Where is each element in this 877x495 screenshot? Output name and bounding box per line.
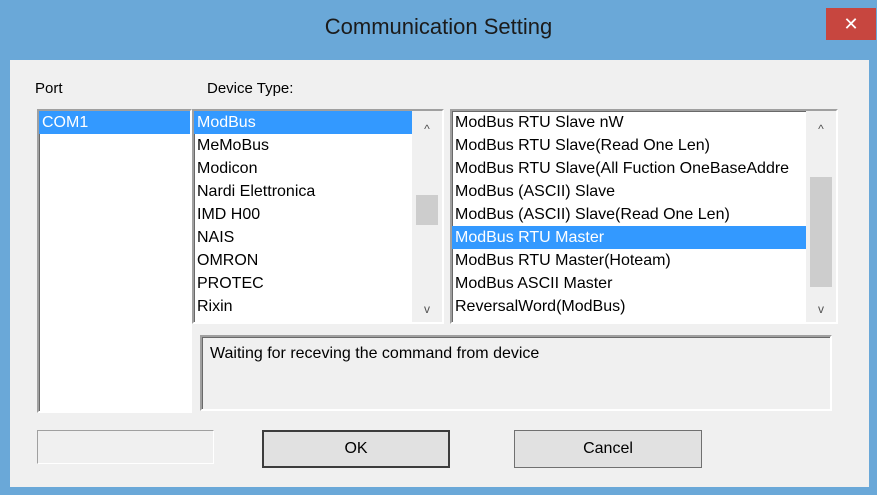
protocol-list[interactable]: ModBus RTU Slave nW ModBus RTU Slave(Rea… bbox=[450, 109, 838, 324]
device-item-nardi-elettronica[interactable]: Nardi Elettronica bbox=[194, 180, 442, 203]
port-item-com1[interactable]: COM1 bbox=[39, 111, 190, 134]
protocol-item-rtu-master[interactable]: ModBus RTU Master bbox=[452, 226, 806, 249]
status-text: Waiting for receving the command from de… bbox=[210, 345, 540, 362]
dialog-body: Port Device Type: COM1 ModBus MeMoBus Mo… bbox=[10, 60, 869, 487]
ok-button[interactable]: OK bbox=[262, 430, 450, 468]
device-item-modbus[interactable]: ModBus bbox=[194, 111, 442, 134]
scroll-thumb[interactable] bbox=[810, 177, 832, 287]
protocol-item-rtu-slave-read-one-len[interactable]: ModBus RTU Slave(Read One Len) bbox=[452, 134, 806, 157]
scroll-down-icon[interactable]: v bbox=[806, 299, 836, 319]
protocol-item-reversalword[interactable]: ReversalWord(ModBus) bbox=[452, 295, 806, 318]
device-item-nais[interactable]: NAIS bbox=[194, 226, 442, 249]
device-type-label: Device Type: bbox=[207, 80, 294, 97]
device-type-list[interactable]: ModBus MeMoBus Modicon Nardi Elettronica… bbox=[192, 109, 444, 324]
status-message-box: Waiting for receving the command from de… bbox=[200, 335, 832, 411]
cancel-button[interactable]: Cancel bbox=[514, 430, 702, 468]
window-title: Communication Setting bbox=[324, 14, 553, 39]
close-button[interactable]: ✕ bbox=[826, 8, 876, 40]
protocol-item-ascii-slave-read-one-len[interactable]: ModBus (ASCII) Slave(Read One Len) bbox=[452, 203, 806, 226]
port-list[interactable]: COM1 bbox=[37, 109, 192, 413]
device-item-protec[interactable]: PROTEC bbox=[194, 272, 442, 295]
device-item-rixin[interactable]: Rixin bbox=[194, 295, 442, 318]
scroll-thumb[interactable] bbox=[416, 195, 438, 225]
device-type-scrollbar[interactable]: ^ v bbox=[412, 111, 442, 322]
title-bar[interactable]: Communication Setting ✕ bbox=[0, 0, 877, 60]
communication-setting-dialog: Communication Setting ✕ Port Device Type… bbox=[0, 0, 877, 495]
protocol-item-ascii-master[interactable]: ModBus ASCII Master bbox=[452, 272, 806, 295]
protocol-item-rtu-slave-all-function[interactable]: ModBus RTU Slave(All Fuction OneBaseAddr… bbox=[452, 157, 806, 180]
device-item-memobus[interactable]: MeMoBus bbox=[194, 134, 442, 157]
port-label: Port bbox=[35, 80, 63, 97]
device-item-imd-h00[interactable]: IMD H00 bbox=[194, 203, 442, 226]
protocol-item-rtu-master-hoteam[interactable]: ModBus RTU Master(Hoteam) bbox=[452, 249, 806, 272]
blank-status-field bbox=[37, 430, 214, 464]
scroll-down-icon[interactable]: v bbox=[412, 299, 442, 319]
device-item-omron[interactable]: OMRON bbox=[194, 249, 442, 272]
scroll-up-icon[interactable]: ^ bbox=[412, 119, 442, 139]
close-icon: ✕ bbox=[843, 14, 859, 34]
protocol-scrollbar[interactable]: ^ v bbox=[806, 111, 836, 322]
protocol-item-rtu-slave-nw[interactable]: ModBus RTU Slave nW bbox=[452, 111, 806, 134]
protocol-item-ascii-slave[interactable]: ModBus (ASCII) Slave bbox=[452, 180, 806, 203]
device-item-modicon[interactable]: Modicon bbox=[194, 157, 442, 180]
scroll-up-icon[interactable]: ^ bbox=[806, 119, 836, 139]
